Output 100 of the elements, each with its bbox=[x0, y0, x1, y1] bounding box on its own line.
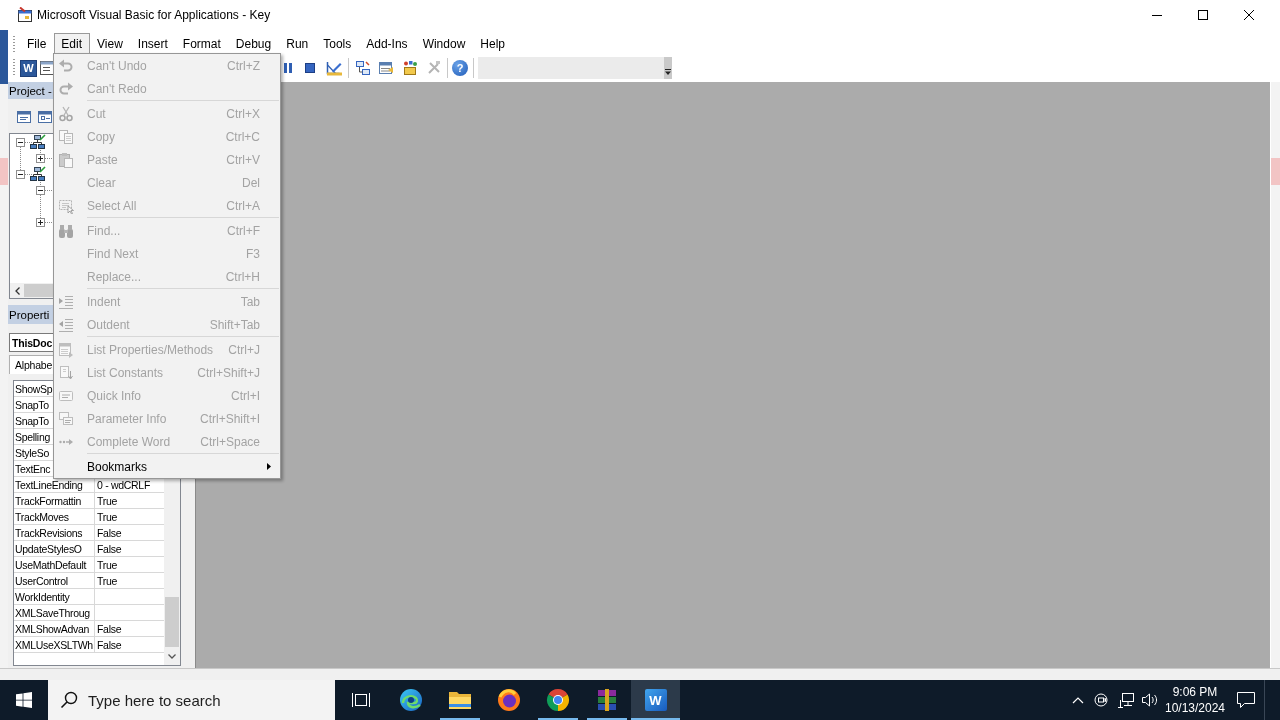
menu-bar-item[interactable]: Tools bbox=[315, 33, 359, 54]
property-name: UpdateStylesO bbox=[15, 542, 82, 555]
minus-box-icon[interactable] bbox=[36, 185, 45, 195]
tree-windows-icon[interactable] bbox=[355, 60, 371, 76]
minus-box-icon[interactable] bbox=[16, 169, 25, 179]
outdent-icon bbox=[58, 316, 74, 333]
property-name: XMLShowAdvan bbox=[15, 622, 90, 635]
property-value[interactable]: True bbox=[97, 558, 117, 571]
property-name: Spelling bbox=[15, 430, 50, 443]
chevron-down-icon[interactable] bbox=[168, 654, 176, 659]
stacked-cards-icon bbox=[58, 410, 74, 427]
video-camera-icon bbox=[1094, 692, 1110, 708]
dashed-selection-icon bbox=[58, 197, 74, 214]
code-window-icon[interactable] bbox=[17, 110, 31, 124]
shortcut-text: Ctrl+Z bbox=[227, 58, 261, 73]
property-name: TrackFormattin bbox=[15, 494, 81, 507]
task-view-icon bbox=[350, 691, 371, 709]
chevron-left-icon[interactable] bbox=[14, 286, 20, 295]
copy-icon bbox=[58, 128, 74, 145]
property-name: UseMathDefault bbox=[15, 558, 87, 571]
shortcut-text: Ctrl+Space bbox=[200, 434, 261, 449]
property-name: XMLUseXSLTWh bbox=[15, 638, 93, 651]
property-value[interactable]: True bbox=[97, 494, 117, 507]
ruler-pencil-icon[interactable] bbox=[326, 60, 342, 76]
shortcut-text: Del bbox=[242, 175, 261, 190]
property-name: TextEnc bbox=[15, 462, 51, 475]
drag-handle[interactable] bbox=[13, 35, 15, 52]
property-value[interactable]: False bbox=[97, 542, 122, 555]
maximize-icon bbox=[1198, 10, 1208, 20]
shortcut-text: Ctrl+H bbox=[225, 269, 261, 284]
linked-boxes-icon bbox=[30, 134, 46, 150]
clock-button[interactable]: 9:06 PM 10/13/2024 bbox=[1162, 680, 1228, 720]
menu-bar-item[interactable]: File bbox=[19, 33, 54, 54]
list-window-icon bbox=[58, 341, 74, 358]
shortcut-text: Ctrl+C bbox=[225, 129, 261, 144]
tricolor-circle-icon bbox=[545, 688, 570, 712]
minus-box-icon[interactable] bbox=[16, 137, 25, 147]
redo-icon bbox=[58, 80, 74, 97]
linked-boxes-icon bbox=[30, 166, 46, 182]
search-icon bbox=[60, 691, 78, 709]
property-sheet-icon[interactable] bbox=[378, 60, 394, 76]
property-value[interactable]: True bbox=[97, 574, 117, 587]
flame-globe-icon bbox=[496, 688, 521, 712]
search-field[interactable]: Type here to search bbox=[48, 680, 335, 720]
property-name: UserControl bbox=[15, 574, 68, 587]
property-name: WorkIdentity bbox=[15, 590, 70, 603]
taskbar-app-button[interactable]: W bbox=[631, 680, 680, 720]
speech-bubble-icon bbox=[1236, 691, 1256, 709]
overflow-caret-icon bbox=[665, 69, 671, 75]
property-name: SnapTo bbox=[15, 414, 49, 427]
shortcut-text: Ctrl+Shift+I bbox=[199, 411, 261, 426]
menu-bar-item[interactable]: Debug bbox=[228, 33, 279, 54]
scissors-icon bbox=[58, 105, 74, 122]
clipboard-icon bbox=[58, 151, 74, 168]
menu-bar-item[interactable]: Help bbox=[472, 33, 513, 54]
chevron-up-icon bbox=[1072, 696, 1084, 704]
pause-icon[interactable] bbox=[283, 62, 293, 74]
property-value[interactable]: False bbox=[97, 638, 122, 651]
shortcut-text: Ctrl+J bbox=[228, 342, 261, 357]
form-window-icon[interactable] bbox=[40, 60, 53, 76]
menu-bar-item[interactable]: View bbox=[89, 33, 131, 54]
close-icon bbox=[1244, 10, 1254, 20]
shortcut-text: Shift+Tab bbox=[209, 317, 261, 332]
shortcut-text: Ctrl+I bbox=[231, 388, 261, 403]
property-value[interactable]: 0 - wdCRLF bbox=[97, 478, 150, 491]
form-window-icon[interactable] bbox=[38, 110, 52, 124]
property-name: XMLSaveThroug bbox=[15, 606, 90, 619]
menu-bar-item[interactable]: Insert bbox=[130, 33, 176, 54]
window-title: Microsoft Visual Basic for Applications - Key bbox=[37, 8, 271, 22]
four-panes-icon bbox=[16, 692, 32, 708]
scroll-thumb[interactable] bbox=[165, 597, 179, 647]
property-value[interactable]: True bbox=[97, 510, 117, 523]
menu-bar-item[interactable]: Format bbox=[175, 33, 229, 54]
submenu-arrow-icon bbox=[267, 463, 271, 470]
property-name: SnapTo bbox=[15, 398, 49, 411]
shapes-box-icon[interactable] bbox=[402, 60, 418, 76]
toolbar-options-button[interactable] bbox=[664, 57, 672, 79]
menu-bar-item[interactable]: Window bbox=[415, 33, 473, 54]
speaker-icon bbox=[1141, 692, 1159, 708]
property-name: TrackRevisions bbox=[15, 526, 83, 539]
shortcut-text: Ctrl+Shift+J bbox=[197, 365, 261, 380]
menu-bar-item[interactable]: Add-Ins bbox=[358, 33, 416, 54]
app-window-icon bbox=[17, 7, 33, 23]
network-icon bbox=[1117, 692, 1135, 708]
menu-item[interactable]: Bookmarks bbox=[54, 455, 280, 478]
property-value[interactable]: False bbox=[97, 526, 122, 539]
plus-box-icon[interactable] bbox=[36, 153, 45, 163]
shortcut-text: Ctrl+F bbox=[227, 223, 261, 238]
property-name: TrackMoves bbox=[15, 510, 69, 523]
word-view-button[interactable]: W bbox=[20, 59, 37, 77]
indent-icon bbox=[58, 293, 74, 310]
shortcut-text: Ctrl+A bbox=[226, 198, 261, 213]
menu-bar-item[interactable]: Run bbox=[278, 33, 316, 54]
drag-handle[interactable] bbox=[13, 59, 15, 77]
menu-bar-item[interactable]: Edit bbox=[53, 33, 90, 54]
property-value[interactable]: False bbox=[97, 622, 122, 635]
plus-box-icon[interactable] bbox=[36, 217, 45, 227]
property-name: StyleSo bbox=[15, 446, 50, 459]
property-name: TextLineEnding bbox=[15, 478, 83, 491]
shortcut-text: Ctrl+X bbox=[226, 106, 261, 121]
